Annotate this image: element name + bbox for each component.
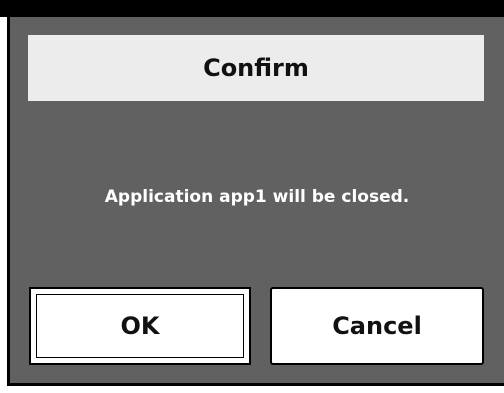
ok-button[interactable]: OK bbox=[29, 287, 251, 365]
dialog-title: Confirm bbox=[203, 54, 309, 82]
dialog-title-bar: Confirm bbox=[28, 35, 484, 101]
dialog-message: Application app1 will be closed. bbox=[104, 187, 410, 207]
confirm-dialog: Confirm Application app1 will be closed.… bbox=[7, 17, 504, 386]
top-bar bbox=[0, 0, 504, 17]
left-edge bbox=[0, 17, 7, 393]
cancel-button[interactable]: Cancel bbox=[270, 287, 484, 365]
screen: Confirm Application app1 will be closed.… bbox=[0, 0, 504, 393]
